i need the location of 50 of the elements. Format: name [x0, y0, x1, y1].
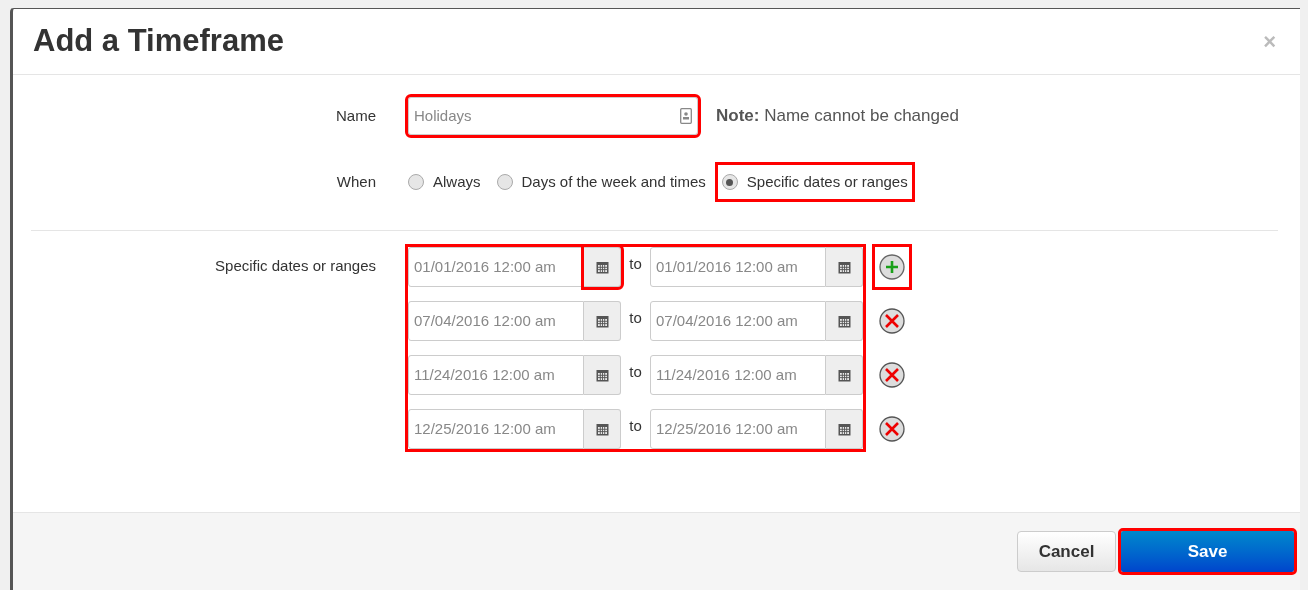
calendar-icon — [595, 422, 609, 436]
range-separator: to — [628, 415, 643, 436]
radio-option[interactable]: Specific dates or ranges — [717, 165, 912, 199]
calendar-icon — [837, 314, 851, 328]
radio-icon — [721, 174, 738, 190]
note-text: Note: Name cannot be changed — [716, 105, 959, 128]
calendar-button[interactable] — [826, 247, 863, 287]
calendar-button[interactable] — [826, 409, 863, 449]
calendar-icon — [837, 368, 851, 382]
radio-option[interactable]: Days of the week and times — [492, 165, 710, 199]
calendar-button[interactable] — [584, 355, 621, 395]
calendar-icon — [595, 314, 609, 328]
radio-icon — [496, 174, 513, 190]
name-value: Holidays — [414, 105, 472, 126]
calendar-icon — [837, 260, 851, 274]
radio-option[interactable]: Always — [404, 165, 485, 199]
date-field[interactable]: 07/04/2016 12:00 am — [408, 301, 584, 341]
field-label: Name — [335, 105, 376, 126]
calendar-button[interactable] — [826, 301, 863, 341]
range-separator: to — [628, 307, 643, 328]
date-field[interactable]: 11/24/2016 12:00 am — [650, 355, 826, 395]
date-field[interactable]: 12/25/2016 12:00 am — [408, 409, 584, 449]
dialog-title: Add a Timeframe — [33, 22, 284, 61]
add-icon — [879, 254, 905, 280]
calendar-icon — [595, 260, 609, 274]
date-field[interactable]: 07/04/2016 12:00 am — [650, 301, 826, 341]
field-label: Specific dates or ranges — [214, 256, 376, 276]
name-field[interactable]: Holidays — [408, 97, 698, 135]
date-field[interactable]: 12/25/2016 12:00 am — [650, 409, 826, 449]
calendar-icon — [595, 368, 609, 382]
calendar-button[interactable] — [584, 301, 621, 341]
calendar-button[interactable] — [584, 409, 621, 449]
range-separator: to — [628, 253, 643, 274]
range-separator: to — [628, 361, 643, 382]
calendar-button[interactable] — [584, 247, 621, 287]
remove-icon — [879, 416, 905, 442]
calendar-button[interactable] — [826, 355, 863, 395]
save-button[interactable]: Save — [1121, 531, 1294, 572]
date-field[interactable]: 01/01/2016 12:00 am — [650, 247, 826, 287]
date-field[interactable]: 01/01/2016 12:00 am — [408, 247, 584, 287]
field-label: When — [335, 171, 376, 192]
add-row-button[interactable] — [875, 247, 909, 287]
remove-icon — [879, 308, 905, 334]
date-field[interactable]: 11/24/2016 12:00 am — [408, 355, 584, 395]
calendar-icon — [837, 422, 851, 436]
cancel-button[interactable]: Cancel — [1017, 531, 1116, 572]
contact-card-icon — [680, 108, 692, 124]
close-button[interactable]: × — [1263, 25, 1276, 58]
radio-icon — [408, 174, 424, 190]
remove-icon — [879, 362, 905, 388]
